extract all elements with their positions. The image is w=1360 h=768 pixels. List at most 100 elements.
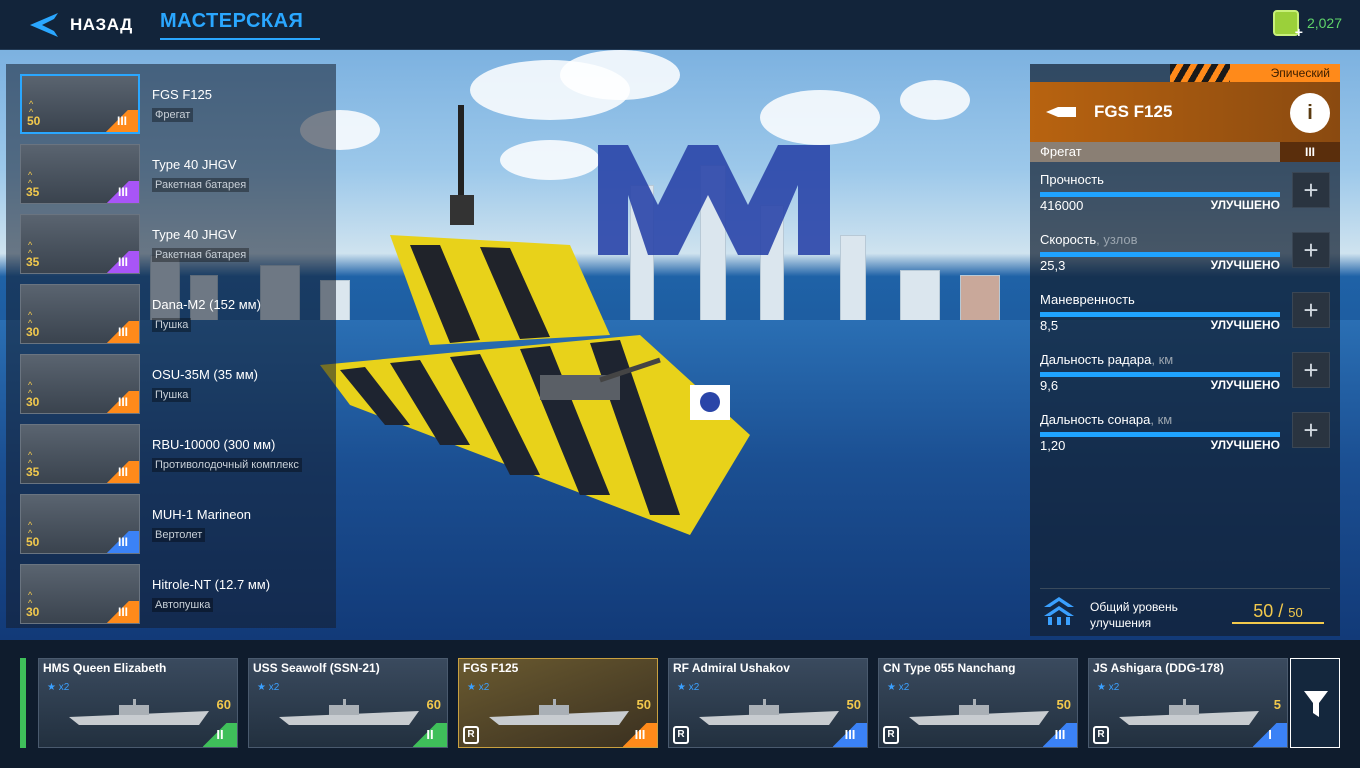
module-tier: III — [106, 110, 138, 132]
ship-card-level: 50 — [1056, 697, 1071, 712]
back-button[interactable]: НАЗАД — [28, 10, 133, 40]
ship-card[interactable]: USS Seawolf (SSN-21) ★ x2 60 II — [248, 658, 448, 748]
module-item[interactable]: ^ ^ 30 III Dana-M2 (152 мм) Пушка — [20, 284, 320, 344]
module-level: 30 — [26, 325, 40, 339]
currency-display[interactable]: + 2,027 — [1272, 10, 1342, 40]
stat-name: Скорость — [1040, 232, 1097, 247]
module-item[interactable]: ^ ^ 30 III OSU-35M (35 мм) Пушка — [20, 354, 320, 414]
module-type: Вертолет — [152, 528, 206, 542]
stat-label: Маневренность — [1040, 292, 1330, 307]
ship-card-multiplier: x2 — [478, 682, 490, 693]
ship-selector-bar: HMS Queen Elizabeth ★ x2 60 II USS Seawolf (… — [0, 640, 1360, 768]
module-thumbnail: ^ ^ 35 III — [20, 424, 140, 484]
total-upgrade-value: 50 / 50 — [1232, 601, 1324, 624]
upgrade-plus-button[interactable]: + — [1292, 172, 1330, 208]
module-name: Type 40 JHGV — [152, 227, 237, 242]
stat-name: Дальность сонара — [1040, 412, 1151, 427]
ship-card-tier: II — [413, 723, 447, 747]
module-item[interactable]: ^ ^ 30 III Hitrole-NT (12.7 мм) Автопушка — [20, 564, 320, 624]
r-badge-icon: R — [463, 726, 479, 744]
rarity-label: Эпический — [1270, 66, 1330, 80]
upgrade-plus-button[interactable]: + — [1292, 292, 1330, 328]
module-item[interactable]: ^ ^ 35 III Type 40 JHGV Ракетная батарея — [20, 214, 320, 274]
ship-card-level: 50 — [636, 697, 651, 712]
stat-row: Дальность радара, км 9,6 УЛУЧШЕНО + — [1040, 352, 1330, 408]
upgrade-plus-button[interactable]: + — [1292, 352, 1330, 388]
ship-card-tier: III — [1043, 723, 1077, 747]
tab-workshop-label: МАСТЕРСКАЯ — [160, 10, 304, 32]
module-list: ^ ^ 50 III FGS F125 Фрегат ^ ^ 35 III Type 40 JHGV… — [6, 64, 336, 628]
rarity-stripes — [1170, 64, 1230, 82]
stat-unit: , км — [1151, 352, 1174, 367]
stat-state: УЛУЧШЕНО — [1210, 438, 1280, 452]
ship-card[interactable]: HMS Queen Elizabeth ★ x2 60 II — [38, 658, 238, 748]
ship-card-badge: ★ x2 — [887, 682, 910, 693]
ship-model — [320, 105, 750, 535]
module-type: Автопушка — [152, 598, 214, 612]
module-tier: III — [107, 391, 139, 413]
ship-card-level: 60 — [216, 697, 231, 712]
module-item[interactable]: ^ ^ 35 III Type 40 JHGV Ракетная батарея — [20, 144, 320, 204]
stat-name: Прочность — [1040, 172, 1104, 187]
module-item[interactable]: ^ ^ 50 III MUH-1 Marineon Вертолет — [20, 494, 320, 554]
r-badge-icon: R — [673, 726, 689, 744]
ship-silhouette-icon — [909, 699, 1049, 725]
module-tier: III — [107, 321, 139, 343]
upgrade-level-icon — [1044, 597, 1074, 625]
add-currency-icon[interactable]: + — [1295, 24, 1303, 40]
ship-card-level: 5 — [1273, 697, 1281, 712]
module-level: 30 — [26, 605, 40, 619]
stat-row: Маневренность 8,5 УЛУЧШЕНО + — [1040, 292, 1330, 348]
module-type: Ракетная батарея — [152, 248, 250, 262]
upgrade-plus-button[interactable]: + — [1292, 412, 1330, 448]
stat-label: Скорость, узлов — [1040, 232, 1330, 247]
ship-card-tier: III — [833, 723, 867, 747]
stat-bar — [1040, 192, 1280, 197]
stat-row: Скорость, узлов 25,3 УЛУЧШЕНО + — [1040, 232, 1330, 288]
module-item[interactable]: ^ ^ 50 III FGS F125 Фрегат — [20, 74, 320, 134]
ship-card-name: HMS Queen Elizabeth — [43, 661, 167, 675]
module-name: RBU-10000 (300 мм) — [152, 437, 276, 452]
filter-button[interactable] — [1290, 658, 1340, 748]
upgrade-plus-button[interactable]: + — [1292, 232, 1330, 268]
module-name: MUH-1 Marineon — [152, 507, 251, 522]
ship-card-badge: ★ x2 — [467, 682, 490, 693]
total-upgrade-label-line2: улучшения — [1090, 616, 1152, 630]
module-item[interactable]: ^ ^ 35 III RBU-10000 (300 мм) Противолодочный… — [20, 424, 320, 484]
stat-row: Прочность 416000 УЛУЧШЕНО + — [1040, 172, 1330, 228]
ship-card-badge: ★ x2 — [257, 682, 280, 693]
ship-card[interactable]: JS Ashigara (DDG-178) ★ x2 5 I R — [1088, 658, 1288, 748]
module-text: Hitrole-NT (12.7 мм) Автопушка — [152, 564, 270, 624]
module-name: Type 40 JHGV — [152, 157, 237, 172]
module-tier: III — [107, 531, 139, 553]
module-level: 50 — [26, 535, 40, 549]
ship-card-tier: I — [1253, 723, 1287, 747]
module-level: 50 — [27, 114, 41, 128]
module-thumbnail: ^ ^ 30 III — [20, 354, 140, 414]
ship-card[interactable]: CN Type 055 Nanchang ★ x2 50 III R — [878, 658, 1078, 748]
module-text: OSU-35M (35 мм) Пушка — [152, 354, 258, 414]
module-thumbnail: ^ ^ 35 III — [20, 214, 140, 274]
ship-card[interactable]: RF Admiral Ushakov ★ x2 50 III R — [668, 658, 868, 748]
ship-card-badge: ★ x2 — [677, 682, 700, 693]
ship-card-multiplier: x2 — [898, 682, 910, 693]
tab-workshop[interactable]: МАСТЕРСКАЯ — [160, 10, 320, 40]
ship-class: Фрегат — [1040, 144, 1082, 159]
ship-card[interactable]: FGS F125 ★ x2 50 III R — [458, 658, 658, 748]
module-level: 35 — [26, 255, 40, 269]
info-icon: i — [1307, 102, 1313, 124]
info-button[interactable]: i — [1290, 93, 1330, 133]
module-text: MUH-1 Marineon Вертолет — [152, 494, 251, 554]
ship-card-badge: ★ x2 — [47, 682, 70, 693]
back-label: НАЗАД — [70, 15, 133, 34]
filter-icon — [1304, 691, 1328, 717]
stat-state: УЛУЧШЕНО — [1210, 258, 1280, 272]
module-type: Фрегат — [152, 108, 194, 122]
module-tier: III — [107, 251, 139, 273]
module-thumbnail: ^ ^ 30 III — [20, 284, 140, 344]
stat-row: Дальность сонара, км 1,20 УЛУЧШЕНО + — [1040, 412, 1330, 468]
ship-card-multiplier: x2 — [268, 682, 280, 693]
stat-unit: , км — [1150, 412, 1173, 427]
module-name: OSU-35M (35 мм) — [152, 367, 259, 382]
stat-state: УЛУЧШЕНО — [1210, 198, 1280, 212]
